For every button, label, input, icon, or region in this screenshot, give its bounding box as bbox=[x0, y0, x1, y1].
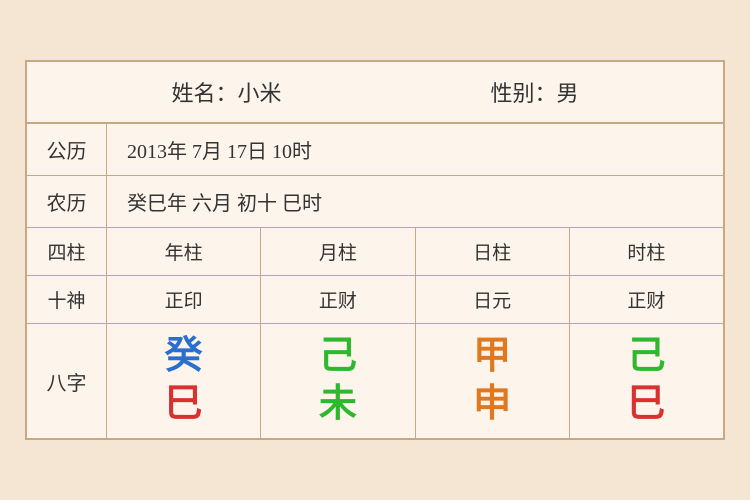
main-table: 姓名：小米 性别：男 公历 2013年 7月 17日 10时 农历 癸巳年 六月… bbox=[25, 60, 725, 440]
gender-label: 性别：男 bbox=[490, 76, 578, 108]
shishen-nian: 正印 bbox=[107, 276, 261, 323]
sijhu-label: 四柱 bbox=[27, 228, 107, 275]
bazi-label: 八字 bbox=[27, 324, 107, 438]
bazi-yue-bottom: 未 bbox=[319, 384, 357, 426]
bazi-shi-bottom: 巳 bbox=[627, 384, 665, 426]
shishen-row: 十神 正印 正财 日元 正财 bbox=[27, 276, 723, 324]
gregorian-label: 公历 bbox=[27, 124, 107, 175]
bazi-shi-top: 己 bbox=[627, 336, 665, 378]
bazi-row: 八字 癸 巳 己 未 甲 申 己 巳 bbox=[27, 324, 723, 438]
col-nian: 年柱 bbox=[107, 228, 261, 275]
bazi-col-shi: 己 巳 bbox=[570, 324, 723, 438]
name-label: 姓名：小米 bbox=[171, 76, 281, 108]
shishen-label: 十神 bbox=[27, 276, 107, 323]
header-row: 姓名：小米 性别：男 bbox=[27, 62, 723, 124]
bazi-col-nian: 癸 巳 bbox=[107, 324, 261, 438]
bazi-ri-top: 甲 bbox=[473, 336, 511, 378]
bazi-nian-top: 癸 bbox=[165, 336, 203, 378]
bazi-nian-bottom: 巳 bbox=[165, 384, 203, 426]
bazi-col-ri: 甲 申 bbox=[416, 324, 570, 438]
col-ri: 日柱 bbox=[416, 228, 570, 275]
lunar-label: 农历 bbox=[27, 176, 107, 227]
gregorian-value: 2013年 7月 17日 10时 bbox=[107, 125, 723, 174]
sijhu-header-row: 四柱 年柱 月柱 日柱 时柱 bbox=[27, 228, 723, 276]
gregorian-row: 公历 2013年 7月 17日 10时 bbox=[27, 124, 723, 176]
shishen-shi: 正财 bbox=[570, 276, 723, 323]
shishen-ri: 日元 bbox=[416, 276, 570, 323]
bazi-col-yue: 己 未 bbox=[261, 324, 415, 438]
col-yue: 月柱 bbox=[261, 228, 415, 275]
lunar-row: 农历 癸巳年 六月 初十 巳时 bbox=[27, 176, 723, 228]
lunar-value: 癸巳年 六月 初十 巳时 bbox=[107, 177, 723, 226]
shishen-yue: 正财 bbox=[261, 276, 415, 323]
bazi-yue-top: 己 bbox=[319, 336, 357, 378]
bazi-ri-bottom: 申 bbox=[473, 384, 511, 426]
col-shi: 时柱 bbox=[570, 228, 723, 275]
